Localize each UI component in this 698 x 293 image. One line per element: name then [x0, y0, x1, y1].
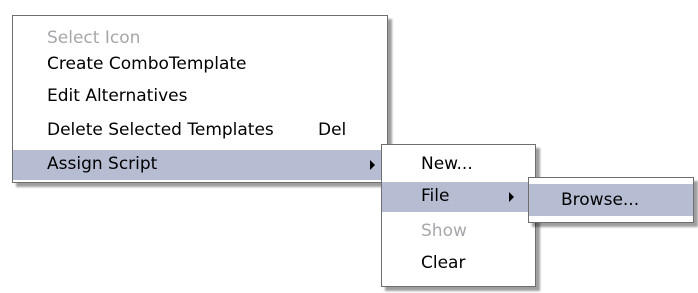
- submenu-arrow-icon: [370, 160, 375, 170]
- shortcut-label: Del: [318, 120, 347, 140]
- menu-item-label: Browse...: [561, 190, 640, 210]
- menu-item-edit-alternatives[interactable]: Edit Alternatives: [13, 82, 387, 111]
- menu-item-label: Select Icon: [47, 28, 141, 48]
- submenu-arrow-icon: [509, 192, 514, 202]
- menu-item-label: Assign Script: [47, 154, 158, 174]
- menu-item-label: File: [421, 186, 450, 206]
- menu-item-new[interactable]: New...: [382, 150, 535, 179]
- menu-item-assign-script[interactable]: Assign Script: [13, 150, 387, 180]
- menu-item-label: Clear: [421, 253, 466, 273]
- assign-script-submenu: New... File Show Clear: [381, 144, 536, 287]
- menu-item-browse[interactable]: Browse...: [529, 184, 693, 216]
- menu-item-label: New...: [421, 154, 473, 174]
- menu-item-label: Create ComboTemplate: [47, 54, 247, 74]
- context-menu: Select Icon Create ComboTemplate Edit Al…: [12, 15, 388, 183]
- menu-item-delete-selected-templates[interactable]: Delete Selected Templates Del: [13, 116, 387, 145]
- menu-item-label: Edit Alternatives: [47, 86, 188, 106]
- menu-item-clear[interactable]: Clear: [382, 249, 535, 278]
- menu-item-select-icon: Select Icon: [13, 24, 387, 53]
- menu-item-file[interactable]: File: [382, 182, 535, 212]
- menu-item-show: Show: [382, 217, 535, 246]
- file-submenu: Browse...: [528, 177, 694, 223]
- menu-item-label: Delete Selected Templates: [47, 120, 274, 140]
- menu-item-create-combotemplate[interactable]: Create ComboTemplate: [13, 50, 387, 79]
- menu-item-label: Show: [421, 221, 467, 241]
